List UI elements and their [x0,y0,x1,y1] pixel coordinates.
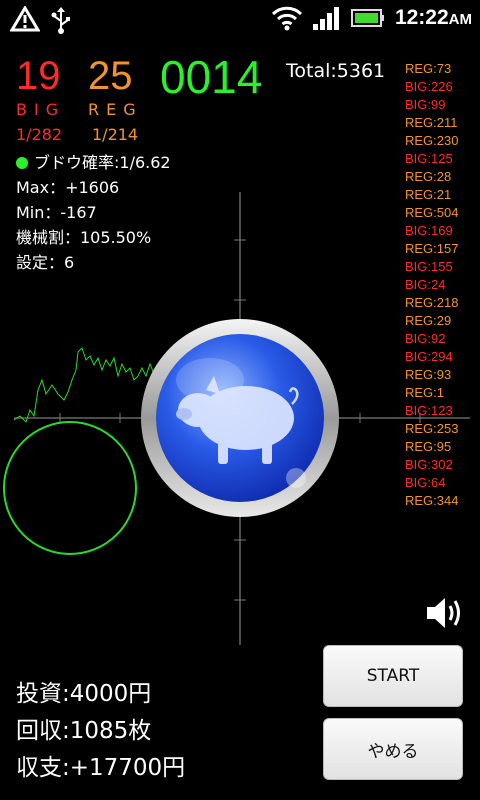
history-item: REG:230 [405,133,459,148]
battery-icon [350,9,384,27]
history-item: BIG:92 [405,331,446,346]
pig-lamp [141,319,339,517]
history-item: REG:504 [405,205,459,220]
history-item: REG:157 [405,241,459,256]
history-item: REG:21 [405,187,452,202]
history-item: BIG:226 [405,79,453,94]
signal-icon [312,7,339,30]
history-item: BIG:64 [405,475,446,490]
history-item: REG:211 [405,115,458,130]
history-item: BIG:125 [405,151,453,166]
big-probability: 1/282 [16,125,63,144]
history-item: BIG:169 [405,223,453,238]
speaker-icon[interactable] [424,594,464,632]
history-item: REG:93 [405,367,452,382]
history-item: BIG:302 [405,457,453,472]
quit-button[interactable]: やめる [323,718,463,780]
game-count: 0014 [160,51,263,103]
history-item: REG:218 [405,295,459,310]
indicator-circle [3,421,137,555]
start-button[interactable]: START [323,645,463,707]
wifi-icon [271,6,303,31]
collected: 回収:1085枚 [16,718,152,744]
history-item: REG:73 [405,61,452,76]
bonus-history-list: REG:73 BIG:226 BIG:99 REG:211 REG:230 BIG:125… [405,60,458,510]
grape-probability-text: ブドウ確率:1/6.62 [34,153,171,172]
history-item: REG:253 [405,421,459,436]
grape-probability: ブドウ確率:1/6.62 [16,150,171,175]
history-item: BIG:294 [405,349,453,364]
green-dot-icon [16,156,28,169]
history-item: REG:344 [405,493,459,508]
warning-icon [10,6,40,32]
history-item: REG:29 [405,313,452,328]
history-item: BIG:99 [405,97,446,112]
reg-count: 25 [88,54,133,98]
history-item: BIG:123 [405,403,453,418]
reg-label: REG [88,100,143,119]
history-item: REG:95 [405,439,452,454]
usb-icon [51,7,70,34]
history-item: BIG:155 [405,259,453,274]
big-count: 19 [16,54,61,98]
status-bar: 12:22AM [0,0,480,38]
investment: 投資:4000円 [16,681,152,707]
total-games: Total:5361 [286,60,386,82]
history-item: REG:1 [405,385,445,400]
history-item: BIG:24 [405,277,446,292]
clock: 12:22AM [394,6,472,29]
money-summary: 投資:4000円 回収:1085枚 収支:+17700円 [16,676,185,787]
history-item: REG:28 [405,169,452,184]
balance: 収支:+17700円 [16,755,186,781]
big-label: BIG [16,100,66,119]
reg-probability: 1/214 [92,125,139,144]
